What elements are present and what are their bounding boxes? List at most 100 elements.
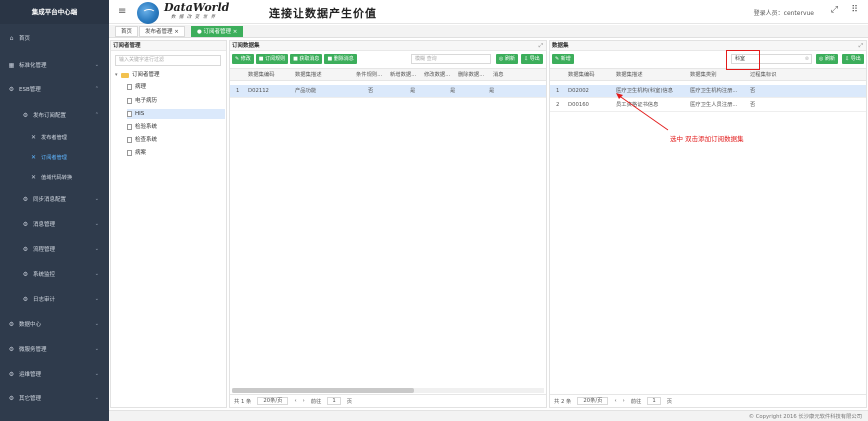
sidebar-item-pubsub-config[interactable]: ⚙ 发布订阅配置 ⌃ [0, 108, 109, 122]
cell-mod: 是 [450, 88, 456, 94]
table-row[interactable]: 1 D02002 医疗卫生机构(科室)信息 医疗卫生机构注册... 否 [550, 85, 866, 98]
sidebar-item-sys-monitor[interactable]: ⚙ 系统监控 ⌄ [0, 267, 109, 281]
copyright: © Copyright 2016 长沙康元软件科技有限公司 [748, 414, 862, 420]
sidebar-item-other[interactable]: ⚙ 其它管理 ⌄ [0, 391, 109, 405]
column-header[interactable]: 数据集描述 [295, 69, 322, 82]
tree-item[interactable]: 检查系统 [127, 135, 225, 145]
edit-button[interactable]: ✎ 修改 [232, 54, 254, 64]
gear-icon: ⚙ [22, 220, 29, 228]
refresh-button[interactable]: ◎ 刷新 [816, 54, 838, 64]
tree-item-selected[interactable]: HIS [127, 109, 225, 119]
column-header[interactable]: 数据集描述 [616, 69, 643, 82]
column-header[interactable]: 数据集编码 [568, 69, 595, 82]
sidebar-item-label: ESB管理 [19, 87, 41, 93]
refresh-button[interactable]: ◎ 刷新 [496, 54, 518, 64]
sidebar-item-home[interactable]: ⌂ 首页 [0, 31, 109, 45]
sidebar-item-subscriber-mgmt[interactable]: ✕ 订阅者管理 [0, 150, 109, 164]
page-size-select[interactable]: 20条/页 [257, 397, 289, 405]
chevron-down-icon: ⌄ [94, 296, 99, 302]
cell-del: 是 [489, 88, 495, 94]
toolbar: ✎ 修改 ■ 订阅规则 ■ 获取消息 ■ 删除消息 [232, 54, 357, 64]
tab-home[interactable]: 首页 [115, 26, 139, 37]
sidebar-item-code-convert[interactable]: ✕ 值域代码转换 [0, 170, 109, 184]
sidebar-item-ops[interactable]: ⚙ 运维管理 ⌄ [0, 367, 109, 381]
column-header[interactable]: 删除数据... [458, 69, 488, 82]
sidebar-item-label: 日志审计 [33, 297, 56, 303]
tab-publisher-mgmt[interactable]: 发布者管理 × [139, 26, 185, 37]
sidebar-item-label: 同步消息配置 [33, 197, 67, 203]
column-header[interactable]: 修改数据... [424, 69, 454, 82]
sidebar-item-data-center[interactable]: ⚙ 数据中心 ⌄ [0, 317, 109, 331]
column-header[interactable]: 新增数据... [390, 69, 420, 82]
sidebar-item-microservice[interactable]: ⚙ 微服务管理 ⌄ [0, 342, 109, 356]
subscribe-rule-button[interactable]: ■ 订阅规则 [255, 54, 289, 64]
gear-icon: ⚙ [8, 394, 15, 402]
document-icon [127, 84, 132, 90]
subscription-panel: 订阅数据集 ⤢ ✎ 修改 ■ 订阅规则 ■ 获取消息 ■ 删除消息 模糊 查询 … [229, 40, 547, 408]
export-button[interactable]: ⇩ 导出 [521, 54, 543, 64]
export-button[interactable]: ⇩ 导出 [842, 54, 864, 64]
horizontal-scrollbar[interactable] [232, 388, 544, 393]
tree-item[interactable]: 检验系统 [127, 122, 225, 132]
prev-page-icon[interactable]: ‹ [614, 398, 616, 404]
grid-icon: ▦ [8, 61, 15, 69]
next-page-icon[interactable]: › [623, 398, 625, 404]
chevron-up-icon: ⌃ [94, 86, 99, 92]
sidebar-item-flow-mgmt[interactable]: ⚙ 流程管理 ⌄ [0, 242, 109, 256]
brand-subtitle: 数 据 改 变 世 界 [171, 15, 217, 20]
tree-item[interactable]: 电子病历 [127, 96, 225, 106]
tree-item[interactable]: 病案 [127, 148, 225, 158]
sidebar-item-log-audit[interactable]: ⚙ 日志审计 ⌄ [0, 292, 109, 306]
column-header[interactable]: 数据集类别 [690, 69, 717, 82]
sidebar-item-publisher-mgmt[interactable]: ✕ 发布者管理 [0, 130, 109, 144]
clear-icon[interactable]: ⊗ [805, 55, 809, 63]
tree-label: 检验系统 [135, 124, 158, 130]
table-row[interactable]: 2 D00160 员工资格证书信息 医疗卫生人员注册... 否 [550, 99, 866, 112]
home-icon: ⌂ [9, 34, 14, 42]
gear-icon: ⚙ [8, 345, 15, 353]
tab-subscriber-mgmt[interactable]: ● 订阅者管理 × [191, 26, 244, 37]
table-row[interactable]: 1 D02112 产品功能 否 是 是 是 [230, 85, 546, 98]
column-header[interactable]: 条件规则... [356, 69, 386, 82]
cell-code: D00160 [568, 102, 589, 108]
gear-icon: ⚙ [22, 245, 29, 253]
add-button[interactable]: ✎ 新增 [552, 54, 574, 64]
tree-item[interactable]: 病理 [127, 82, 225, 92]
sidebar-item-standardization[interactable]: ▦ 标准化管理 ⌄ [0, 58, 109, 72]
sidebar-item-msg-mgmt[interactable]: ⚙ 消息管理 ⌄ [0, 217, 109, 231]
dataset-panel: 数据集 ⤢ ✎ 新增 科室 ⊗ ◎ 刷新 ⇩ 导出 数据集编码 数据集描述 数据… [549, 40, 867, 408]
cell-code: D02112 [248, 88, 269, 94]
delete-message-button[interactable]: ■ 删除消息 [324, 54, 357, 64]
wrench-icon: ✕ [30, 133, 37, 141]
chevron-down-icon: ⌄ [94, 62, 99, 68]
cell-code: D02002 [568, 88, 589, 94]
column-header[interactable]: 数据集编码 [248, 69, 275, 82]
page-input[interactable]: 1 [327, 397, 341, 405]
fullscreen-icon[interactable]: ⤢ [831, 5, 838, 15]
sidebar-item-sync-msg[interactable]: ⚙ 同步消息配置 ⌄ [0, 192, 109, 206]
wrench-icon: ✕ [30, 153, 37, 161]
panel-title-text: 订阅数据集 [232, 43, 260, 49]
column-header[interactable]: 消息 [493, 69, 513, 82]
search-input[interactable]: 模糊 查询 [411, 54, 491, 64]
page-size-select[interactable]: 20条/页 [577, 397, 609, 405]
page-input[interactable]: 1 [647, 397, 661, 405]
cell-desc: 产品功能 [295, 88, 317, 94]
grid-menu-icon[interactable]: ⠿ [851, 5, 858, 15]
next-page-icon[interactable]: › [303, 398, 305, 404]
expand-icon[interactable]: ⤢ [859, 41, 863, 51]
login-user: 登录人员：centervue [753, 10, 814, 17]
subscriber-panel: 订阅者管理 输入关键字进行过滤 ▾ 订阅者管理 病理 电子病历 HIS 检验系统… [110, 40, 227, 408]
gear-icon: ⚙ [8, 85, 15, 93]
tree-filter-input[interactable]: 输入关键字进行过滤 [115, 55, 221, 66]
tree-root[interactable]: ▾ 订阅者管理 [115, 70, 225, 80]
tabs-bar: 首页 发布者管理 × ● 订阅者管理 × [109, 25, 868, 38]
menu-toggle-icon[interactable]: ≡ [118, 6, 126, 17]
scrollbar-thumb[interactable] [232, 388, 414, 393]
sidebar-item-esb[interactable]: ⚙ ESB管理 ⌃ [0, 82, 109, 96]
chevron-down-icon: ⌄ [94, 346, 99, 352]
expand-icon[interactable]: ⤢ [539, 41, 543, 51]
fetch-message-button[interactable]: ■ 获取消息 [290, 54, 323, 64]
prev-page-icon[interactable]: ‹ [294, 398, 296, 404]
column-header[interactable]: 过程集标识 [750, 69, 777, 82]
